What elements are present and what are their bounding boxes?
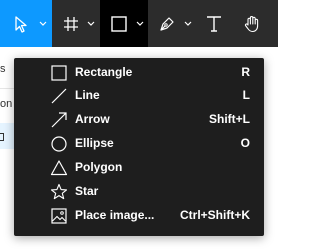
menu-item-shortcut: Ctrl+Shift+K bbox=[179, 208, 250, 222]
menu-item-label: Rectangle bbox=[75, 65, 133, 79]
hand-tool-button[interactable] bbox=[232, 0, 272, 47]
shape-tool-button[interactable] bbox=[100, 0, 148, 47]
move-tool-button[interactable] bbox=[0, 0, 52, 47]
toolbar bbox=[0, 0, 278, 47]
menu-item-arrow[interactable]: Arrow Shift+L bbox=[14, 108, 264, 132]
pen-nib-icon bbox=[160, 16, 174, 31]
menu-item-shortcut: O bbox=[240, 136, 250, 150]
menu-item-label: Line bbox=[75, 88, 100, 102]
shape-tools-menu: Rectangle R Line L Arrow Shift+L Ellipse… bbox=[14, 58, 264, 236]
menu-item-shortcut: L bbox=[242, 88, 250, 102]
chevron-down-icon[interactable] bbox=[184, 21, 192, 27]
layers-panel: s on bbox=[0, 47, 14, 249]
polygon-icon bbox=[50, 160, 68, 176]
text-t-icon bbox=[207, 15, 221, 32]
cursor-arrow-icon bbox=[15, 15, 27, 33]
menu-item-star[interactable]: Star bbox=[14, 180, 264, 204]
arrow-icon bbox=[51, 112, 67, 128]
star-icon bbox=[50, 183, 68, 200]
chevron-down-icon[interactable] bbox=[87, 21, 95, 27]
chevron-down-icon[interactable] bbox=[39, 21, 47, 27]
ellipse-icon bbox=[51, 136, 67, 152]
menu-item-label: Arrow bbox=[75, 112, 110, 126]
text-tool-button[interactable] bbox=[196, 0, 232, 47]
line-icon bbox=[51, 88, 67, 104]
menu-item-label: Star bbox=[75, 184, 99, 198]
rectangle-icon bbox=[51, 65, 67, 81]
image-icon bbox=[51, 208, 67, 224]
frame-layer-icon bbox=[0, 133, 4, 141]
menu-item-shortcut: Shift+L bbox=[209, 112, 250, 126]
panel-text-fragment: s bbox=[0, 63, 6, 75]
menu-item-rectangle[interactable]: Rectangle R bbox=[14, 61, 264, 85]
menu-item-label: Polygon bbox=[75, 160, 123, 174]
menu-item-ellipse[interactable]: Ellipse O bbox=[14, 132, 264, 156]
menu-item-line[interactable]: Line L bbox=[14, 84, 264, 108]
panel-text-fragment: on bbox=[0, 98, 13, 110]
menu-item-label: Place image... bbox=[75, 208, 155, 222]
frame-hash-icon bbox=[64, 16, 78, 31]
pen-tool-button[interactable] bbox=[148, 0, 196, 47]
menu-item-place-image[interactable]: Place image... Ctrl+Shift+K bbox=[14, 204, 264, 228]
rectangle-icon bbox=[111, 15, 127, 32]
menu-item-shortcut: R bbox=[241, 65, 250, 79]
menu-item-label: Ellipse bbox=[75, 136, 114, 150]
hand-icon bbox=[244, 15, 259, 32]
chevron-down-icon[interactable] bbox=[136, 21, 144, 27]
menu-item-polygon[interactable]: Polygon bbox=[14, 156, 264, 180]
panel-divider bbox=[0, 88, 14, 89]
frame-tool-button[interactable] bbox=[52, 0, 100, 47]
